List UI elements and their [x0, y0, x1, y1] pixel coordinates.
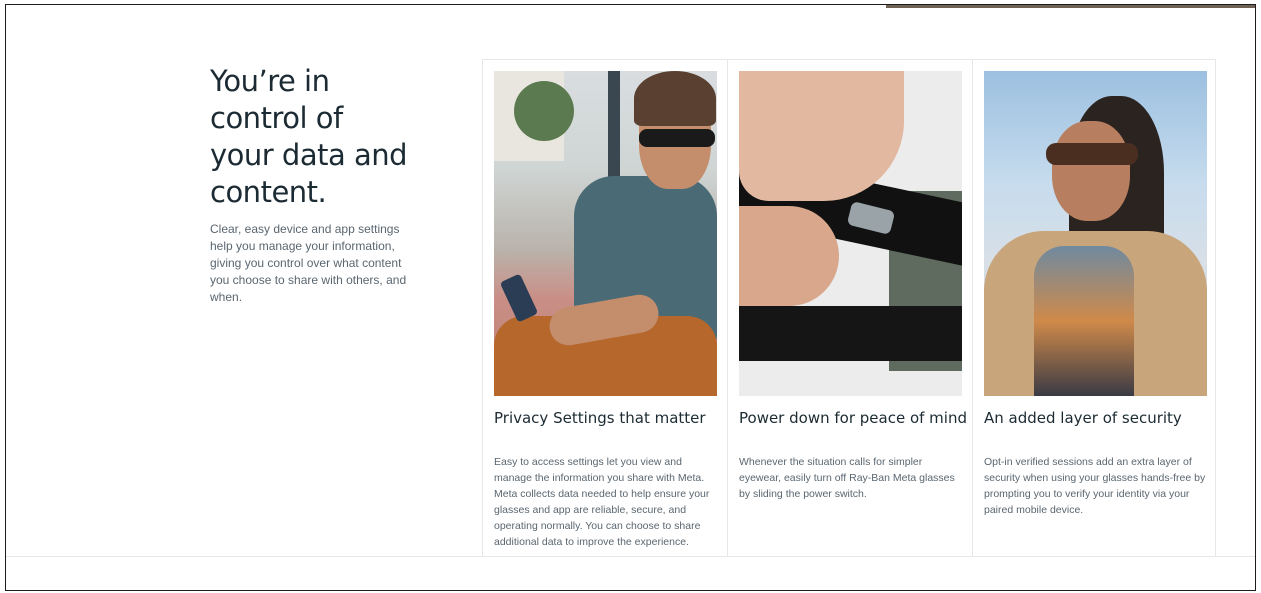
feature-card-body: Opt-in verified sessions add an extra la…: [984, 456, 1206, 516]
feature-card-title: Power down for peace of mind: [739, 409, 967, 427]
man-with-phone-image: [494, 71, 717, 396]
section-description: Clear, easy device and app settings help…: [210, 222, 407, 304]
feature-card-security: An added layer of security Opt-in verifi…: [973, 60, 1218, 557]
feature-card-body: Easy to access settings let you view and…: [494, 456, 710, 548]
intro-section: You’re in control of your data and conte…: [210, 63, 410, 306]
page-frame: You’re in control of your data and conte…: [5, 4, 1256, 591]
top-image-edge: [886, 5, 1255, 8]
feature-card-title: Privacy Settings that matter: [494, 409, 706, 427]
feature-card-privacy: Privacy Settings that matter Easy to acc…: [483, 60, 728, 557]
feature-cards: Privacy Settings that matter Easy to acc…: [482, 59, 1216, 557]
feature-card-title: An added layer of security: [984, 409, 1182, 427]
glasses-power-switch-image: [739, 71, 962, 396]
feature-card-power: Power down for peace of mind Whenever th…: [728, 60, 973, 557]
woman-with-glasses-image: [984, 71, 1207, 396]
section-divider: [6, 556, 1255, 557]
section-title: You’re in control of your data and conte…: [210, 64, 408, 209]
feature-card-body: Whenever the situation calls for simpler…: [739, 456, 955, 500]
